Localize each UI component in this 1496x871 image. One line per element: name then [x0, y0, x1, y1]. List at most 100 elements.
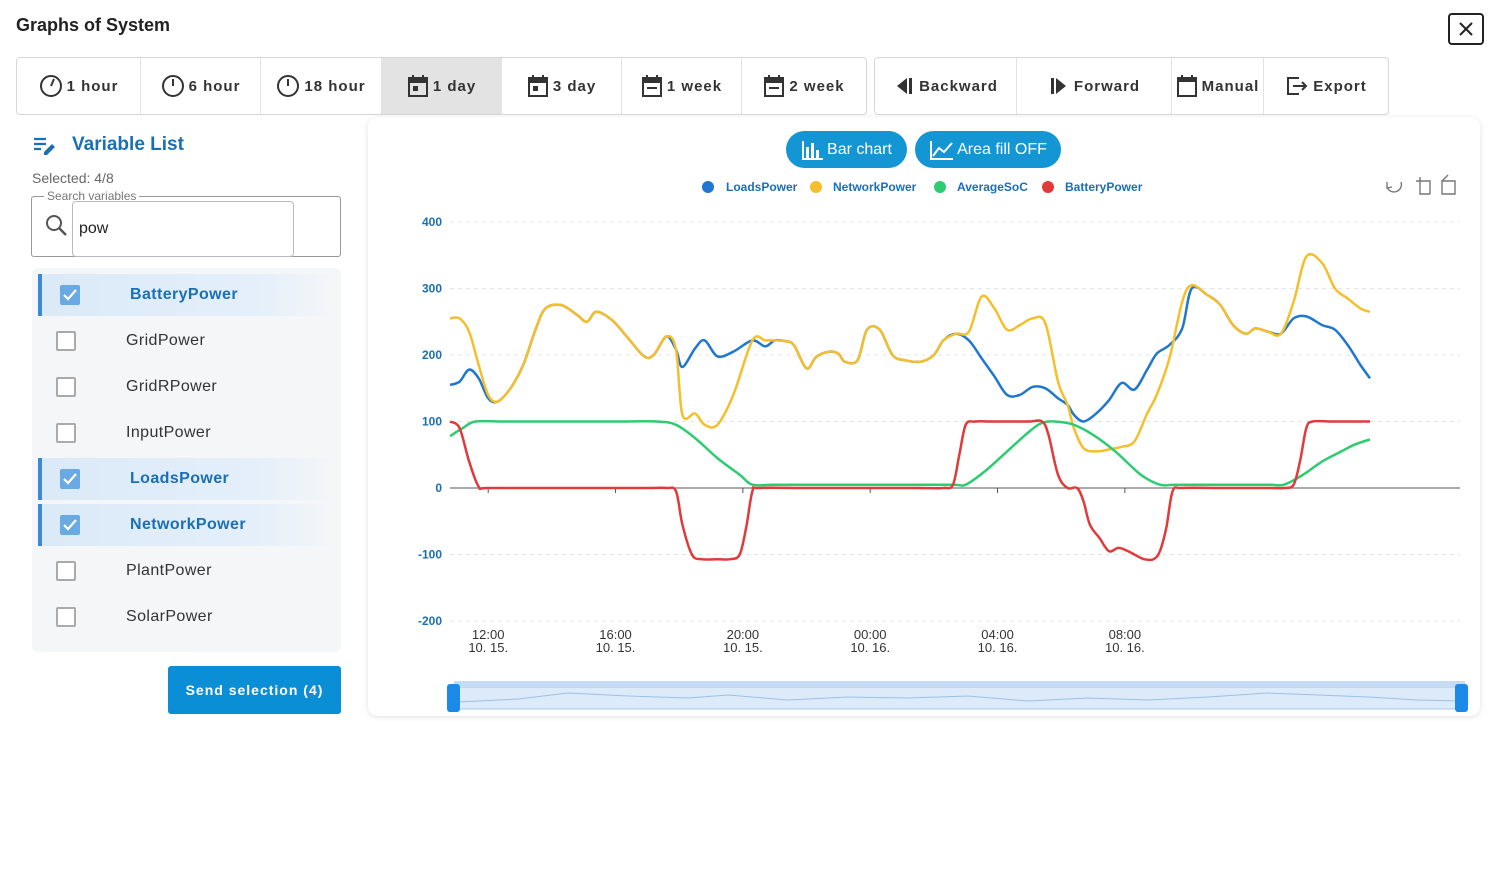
variable-list-header: Variable List — [32, 134, 184, 156]
calendar-icon — [407, 75, 428, 97]
forward-label: Forward — [1073, 77, 1141, 95]
variable-item-gridrpower[interactable]: GridRPower — [38, 366, 330, 408]
variable-label: InputPower — [126, 424, 211, 441]
series-line-batterypower — [449, 419, 1370, 562]
search-input[interactable] — [72, 201, 294, 257]
variable-item-plantpower[interactable]: PlantPower — [38, 550, 330, 592]
manual-button[interactable]: Manual — [1172, 58, 1264, 114]
chart-legend: LoadsPower NetworkPower AverageSoC Batte… — [702, 180, 1143, 194]
export-label: Export — [1313, 77, 1367, 95]
variable-label: GridPower — [126, 332, 206, 349]
checkbox[interactable] — [56, 331, 76, 351]
calendar-icon — [1176, 75, 1197, 97]
y-tick-label: -200 — [418, 614, 442, 628]
data-zoom-slider[interactable] — [447, 681, 1468, 712]
backward-button[interactable]: Backward — [875, 58, 1017, 114]
range-label: 18 hour — [304, 77, 366, 95]
range-label: 1 week — [666, 77, 723, 95]
search-icon — [46, 215, 67, 236]
variable-label: GridRPower — [126, 378, 218, 395]
variable-item-inputpower[interactable]: InputPower — [38, 412, 330, 454]
legend-label: LoadsPower — [726, 180, 798, 194]
chart-card: Bar chart Area fill OFF LoadsPower Netwo… — [368, 117, 1480, 716]
variable-item-solarpower[interactable]: SolarPower — [38, 596, 330, 638]
check-icon — [63, 473, 77, 485]
legend-marker — [934, 181, 946, 193]
range-1-week-button[interactable]: 1 week — [622, 58, 742, 114]
x-tick-date: 10. 16. — [850, 640, 890, 655]
x-tick-date: 10. 15. — [468, 640, 508, 655]
checkbox-checked[interactable] — [60, 469, 80, 489]
range-label: 3 day — [552, 77, 597, 95]
checkbox[interactable] — [56, 377, 76, 397]
legend-item-networkpower[interactable]: NetworkPower — [810, 180, 917, 194]
send-selection-button[interactable]: Send selection (4) — [168, 666, 341, 714]
forward-button[interactable]: Forward — [1017, 58, 1172, 114]
checkbox[interactable] — [56, 607, 76, 627]
range-label: 6 hour — [188, 77, 241, 95]
variable-label: SolarPower — [126, 608, 213, 625]
calendar-icon — [527, 75, 548, 97]
slider-right-handle[interactable] — [1455, 684, 1468, 712]
range-18-hour-button[interactable]: 18 hour — [261, 58, 382, 114]
range-label: 1 hour — [66, 77, 119, 95]
legend-label: AverageSoC — [957, 180, 1028, 194]
clock-icon — [161, 75, 184, 97]
x-tick-date: 10. 16. — [978, 640, 1018, 655]
y-tick-label: 0 — [435, 481, 442, 495]
legend-item-batterypower[interactable]: BatteryPower — [1042, 180, 1143, 194]
x-tick-date: 10. 15. — [723, 640, 763, 655]
backward-label: Backward — [919, 77, 998, 95]
range-1-hour-button[interactable]: 1 hour — [17, 58, 141, 114]
search-field: Search variables — [31, 189, 341, 257]
skip-backward-icon — [897, 78, 913, 94]
zoom-icon[interactable] — [1416, 177, 1431, 195]
legend-marker — [1042, 181, 1054, 193]
y-tick-label: -100 — [418, 548, 442, 562]
slider-left-handle[interactable] — [447, 684, 460, 712]
series-line-loadspower — [449, 285, 1372, 423]
legend-item-loadspower[interactable]: LoadsPower — [702, 180, 798, 194]
calendar-icon — [764, 75, 785, 97]
range-2-week-button[interactable]: 2 week — [742, 58, 866, 114]
variable-item-networkpower[interactable]: NetworkPower — [38, 504, 330, 546]
y-tick-label: 400 — [422, 215, 442, 229]
line-chart: LoadsPower NetworkPower AverageSoC Batte… — [418, 174, 1468, 712]
export-icon — [1287, 77, 1308, 95]
edit-list-icon — [34, 137, 55, 155]
restore-icon[interactable] — [1386, 181, 1403, 193]
legend-marker — [810, 181, 822, 193]
navigation-toolbar: Backward Forward Manual Export — [874, 57, 1389, 115]
checkbox-checked[interactable] — [60, 515, 80, 535]
clock-icon — [277, 75, 300, 97]
skip-forward-icon — [1050, 78, 1066, 94]
legend-label: BatteryPower — [1065, 180, 1143, 194]
variable-item-gridpower[interactable]: GridPower — [38, 320, 330, 362]
x-tick-date: 10. 15. — [596, 640, 636, 655]
range-3-day-button[interactable]: 3 day — [502, 58, 622, 114]
range-6-hour-button[interactable]: 6 hour — [141, 58, 261, 114]
variable-item-batterypower[interactable]: BatteryPower — [38, 274, 330, 316]
check-icon — [63, 289, 77, 301]
close-button[interactable] — [1448, 13, 1484, 45]
checkbox[interactable] — [56, 561, 76, 581]
selected-count: Selected: 4/8 — [32, 170, 114, 186]
legend-label: NetworkPower — [833, 180, 917, 194]
time-range-toolbar: 1 hour 6 hour 18 hour 1 day 3 day 1 week… — [16, 57, 867, 115]
zoom-reset-icon[interactable] — [1441, 174, 1456, 195]
page-title: Graphs of System — [16, 15, 171, 35]
variable-item-loadspower[interactable]: LoadsPower — [38, 458, 330, 500]
x-tick-date: 10. 16. — [1105, 640, 1145, 655]
checkbox[interactable] — [56, 423, 76, 443]
variable-list-title: Variable List — [72, 134, 184, 155]
legend-item-averagesoc[interactable]: AverageSoC — [934, 180, 1028, 194]
legend-marker — [702, 181, 714, 193]
checkbox-checked[interactable] — [60, 285, 80, 305]
y-tick-label: 200 — [422, 348, 442, 362]
clock-icon — [39, 75, 62, 97]
close-icon — [1459, 22, 1473, 36]
range-1-day-button[interactable]: 1 day — [382, 58, 502, 114]
range-label: 1 day — [432, 77, 477, 95]
variable-list: BatteryPower GridPower GridRPower InputP… — [32, 268, 341, 652]
export-button[interactable]: Export — [1264, 58, 1388, 114]
